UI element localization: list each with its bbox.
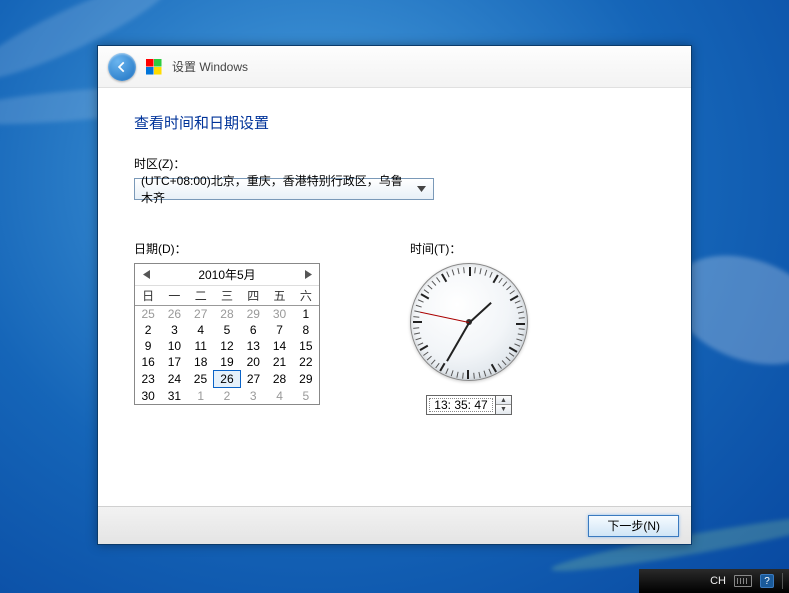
help-button[interactable]: ? bbox=[760, 574, 774, 588]
calendar-day[interactable]: 29 bbox=[293, 371, 319, 388]
date-label: 日期(D)： bbox=[134, 240, 320, 257]
calendar-day[interactable]: 3 bbox=[161, 322, 187, 338]
calendar-day[interactable]: 11 bbox=[188, 338, 214, 354]
calendar-day[interactable]: 15 bbox=[293, 338, 319, 354]
panel-footer: 下一步(N) bbox=[98, 506, 691, 544]
calendar-day[interactable]: 7 bbox=[266, 322, 292, 338]
calendar-day[interactable]: 30 bbox=[135, 388, 161, 405]
caret-right-icon bbox=[305, 270, 312, 279]
calendar-day[interactable]: 6 bbox=[240, 322, 266, 338]
calendar-day[interactable]: 5 bbox=[293, 388, 319, 405]
calendar-day[interactable]: 2 bbox=[135, 322, 161, 338]
calendar-day[interactable]: 27 bbox=[188, 306, 214, 323]
calendar-day[interactable]: 24 bbox=[161, 371, 187, 388]
calendar-day[interactable]: 18 bbox=[188, 354, 214, 371]
timezone-label: 时区(Z)： bbox=[134, 155, 655, 172]
calendar-weekday: 一 bbox=[161, 286, 187, 306]
calendar: 2010年5月 日一二三四五六 252627282930123456789101… bbox=[134, 263, 320, 405]
windows-logo-icon bbox=[146, 59, 162, 75]
calendar-day[interactable]: 28 bbox=[214, 306, 240, 323]
time-spinner: ▲ ▼ bbox=[496, 395, 512, 415]
calendar-day[interactable]: 1 bbox=[188, 388, 214, 405]
timezone-selected: (UTC+08:00)北京，重庆，香港特别行政区，乌鲁木齐 bbox=[141, 172, 414, 206]
analog-clock bbox=[410, 263, 528, 381]
back-button[interactable] bbox=[108, 53, 136, 81]
calendar-day[interactable]: 21 bbox=[266, 354, 292, 371]
calendar-day[interactable]: 22 bbox=[293, 354, 319, 371]
page-heading: 查看时间和日期设置 bbox=[134, 112, 655, 133]
calendar-table: 日一二三四五六 25262728293012345678910111213141… bbox=[135, 286, 319, 404]
calendar-weekday: 二 bbox=[188, 286, 214, 306]
calendar-day[interactable]: 28 bbox=[266, 371, 292, 388]
calendar-day[interactable]: 26 bbox=[161, 306, 187, 323]
calendar-day[interactable]: 25 bbox=[188, 371, 214, 388]
time-spin-down[interactable]: ▼ bbox=[496, 405, 511, 414]
calendar-day[interactable]: 13 bbox=[240, 338, 266, 354]
chevron-down-icon bbox=[414, 181, 429, 197]
calendar-next-button[interactable] bbox=[301, 268, 315, 282]
setup-panel: 设置 Windows 查看时间和日期设置 时区(Z)： (UTC+08:00)北… bbox=[97, 45, 692, 545]
keyboard-icon[interactable] bbox=[734, 575, 752, 587]
calendar-day[interactable]: 19 bbox=[214, 354, 240, 371]
calendar-day[interactable]: 14 bbox=[266, 338, 292, 354]
calendar-weekday: 五 bbox=[266, 286, 292, 306]
calendar-day[interactable]: 27 bbox=[240, 371, 266, 388]
calendar-day[interactable]: 10 bbox=[161, 338, 187, 354]
calendar-weekday: 日 bbox=[135, 286, 161, 306]
calendar-day[interactable]: 30 bbox=[266, 306, 292, 323]
time-label: 时间(T)： bbox=[410, 240, 528, 257]
language-indicator[interactable]: CH bbox=[710, 575, 726, 587]
clock-minute-hand bbox=[446, 323, 470, 362]
calendar-day[interactable]: 25 bbox=[135, 306, 161, 323]
date-column: 日期(D)： 2010年5月 日一二三四五六 25262728293012345 bbox=[134, 240, 320, 405]
arrow-left-icon bbox=[115, 60, 129, 74]
calendar-day[interactable]: 4 bbox=[188, 322, 214, 338]
time-column: 时间(T)： ▲ ▼ bbox=[410, 240, 528, 415]
caret-left-icon bbox=[143, 270, 150, 279]
clock-second-hand bbox=[420, 312, 469, 323]
timezone-dropdown[interactable]: (UTC+08:00)北京，重庆，香港特别行政区，乌鲁木齐 bbox=[134, 178, 434, 200]
calendar-day[interactable]: 29 bbox=[240, 306, 266, 323]
calendar-day[interactable]: 8 bbox=[293, 322, 319, 338]
window-title: 设置 Windows bbox=[172, 58, 248, 75]
calendar-day[interactable]: 17 bbox=[161, 354, 187, 371]
calendar-day[interactable]: 3 bbox=[240, 388, 266, 405]
panel-header: 设置 Windows bbox=[98, 46, 691, 88]
content-area: 查看时间和日期设置 时区(Z)： (UTC+08:00)北京，重庆，香港特别行政… bbox=[98, 88, 691, 506]
calendar-day[interactable]: 20 bbox=[240, 354, 266, 371]
calendar-month-title: 2010年5月 bbox=[198, 266, 255, 283]
clock-hour-hand bbox=[468, 302, 491, 324]
calendar-day[interactable]: 12 bbox=[214, 338, 240, 354]
calendar-prev-button[interactable] bbox=[139, 268, 153, 282]
next-button[interactable]: 下一步(N) bbox=[588, 515, 679, 537]
calendar-day[interactable]: 9 bbox=[135, 338, 161, 354]
calendar-day[interactable]: 5 bbox=[214, 322, 240, 338]
time-input[interactable] bbox=[426, 395, 496, 415]
time-spin-up[interactable]: ▲ bbox=[496, 396, 511, 405]
taskbar: CH ? bbox=[639, 569, 789, 593]
calendar-weekday: 六 bbox=[293, 286, 319, 306]
calendar-weekday: 三 bbox=[214, 286, 240, 306]
calendar-day[interactable]: 4 bbox=[266, 388, 292, 405]
calendar-weekday: 四 bbox=[240, 286, 266, 306]
calendar-day[interactable]: 31 bbox=[161, 388, 187, 405]
calendar-day[interactable]: 16 bbox=[135, 354, 161, 371]
calendar-day[interactable]: 23 bbox=[135, 371, 161, 388]
calendar-day[interactable]: 2 bbox=[214, 388, 240, 405]
calendar-day[interactable]: 26 bbox=[214, 371, 240, 388]
calendar-day[interactable]: 1 bbox=[293, 306, 319, 323]
